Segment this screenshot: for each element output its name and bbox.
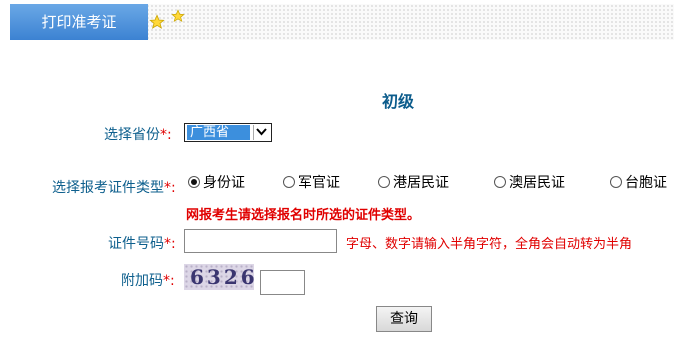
id-number-label: 证件号码*: [108,233,176,253]
radio-taiwan-compatriot[interactable]: 台胞证 [610,172,667,192]
required-mark: *: [160,127,172,143]
radio-label: 军官证 [298,175,340,191]
captcha-label-text: 附加码 [121,273,163,289]
id-number-input[interactable] [184,229,337,253]
captcha-input[interactable] [260,270,305,295]
province-select[interactable]: 广西省 [184,123,272,142]
province-label-text: 选择省份 [104,127,160,143]
radio-hk-resident[interactable]: 港居民证 [378,172,449,192]
radio-button-icon[interactable] [494,176,506,188]
required-mark: *: [163,273,175,289]
search-button[interactable]: 查询 [376,306,432,332]
radio-id-card[interactable]: 身份证 [188,172,245,192]
radio-label: 澳居民证 [509,175,565,191]
radio-button-icon[interactable] [378,176,390,188]
tab-print-admission-ticket[interactable]: 打印准考证 [10,4,148,40]
required-mark: *: [164,180,176,196]
star-icon [171,9,185,23]
radio-military-id[interactable]: 军官证 [283,172,340,192]
radio-label: 台胞证 [625,175,667,191]
radio-label: 港居民证 [393,175,449,191]
province-selected-value: 广西省 [187,125,250,140]
star-icon [149,14,165,30]
radio-button-icon[interactable] [188,176,200,188]
radio-button-icon[interactable] [283,176,295,188]
id-type-label: 选择报考证件类型*: [52,177,176,197]
level-title: 初级 [382,92,415,111]
radio-button-icon[interactable] [610,176,622,188]
required-mark: *: [164,236,176,252]
id-number-hint: 字母、数字请输入半角字符，全角会自动转为半角 [346,237,633,252]
id-number-label-text: 证件号码 [108,236,164,252]
radio-label: 身份证 [203,175,245,191]
id-type-label-text: 选择报考证件类型 [52,180,164,196]
captcha-image[interactable]: 6326 [184,264,255,290]
id-type-warning: 网报考生请选择报名时所选的证件类型。 [186,208,421,223]
radio-macau-resident[interactable]: 澳居民证 [494,172,565,192]
province-label: 选择省份*: [104,124,172,144]
chevron-down-icon[interactable] [253,125,270,140]
captcha-label: 附加码*: [121,270,175,290]
